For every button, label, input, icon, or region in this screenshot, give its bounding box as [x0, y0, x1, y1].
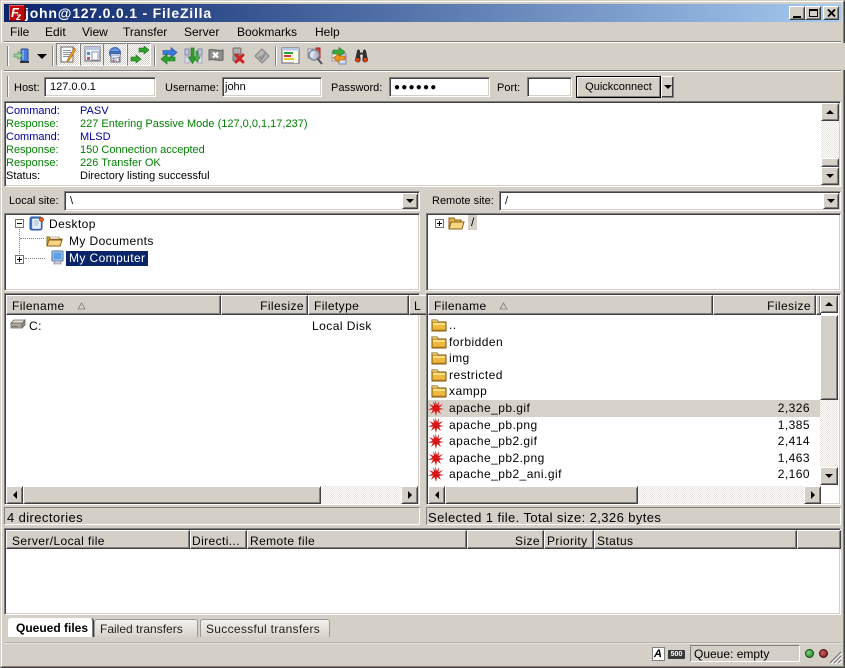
svg-text:z: z [15, 12, 21, 21]
